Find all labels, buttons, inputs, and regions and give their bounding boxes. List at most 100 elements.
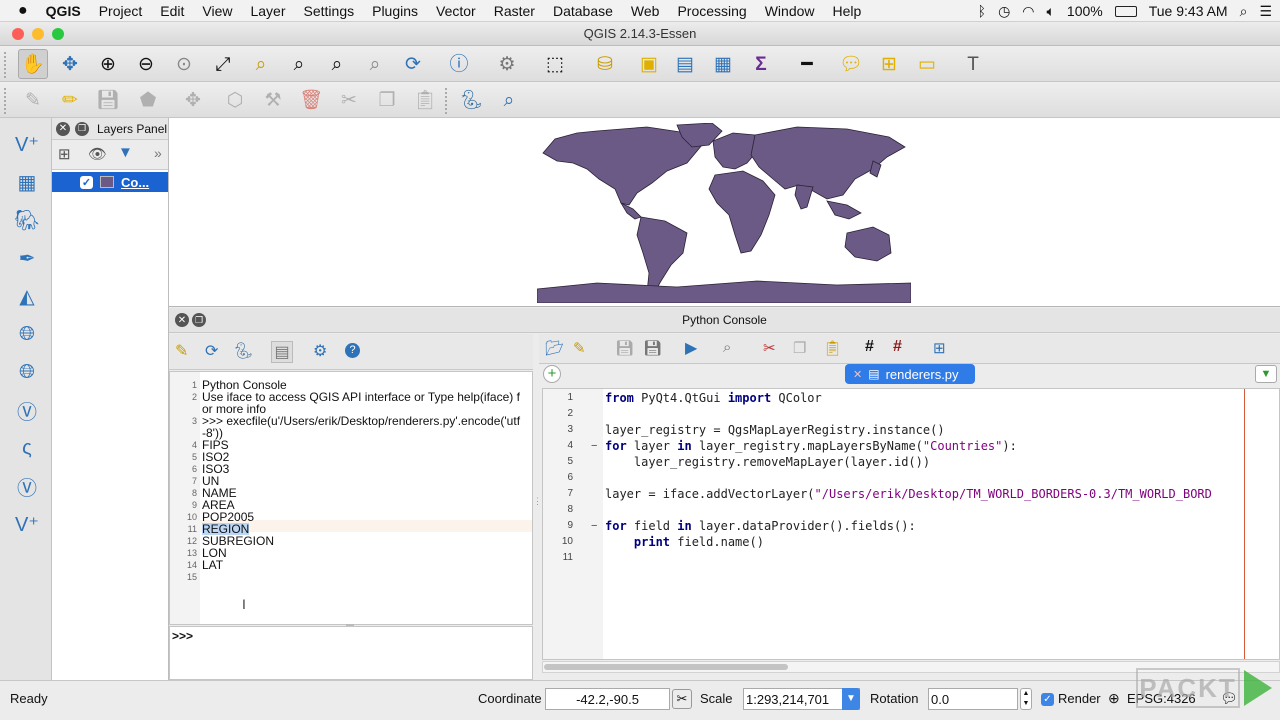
notification-center-icon[interactable]: ☰ xyxy=(1259,3,1272,20)
tab-renderers[interactable]: ✕ ▤ renderers.py xyxy=(845,364,975,384)
clock[interactable]: Tue 9:43 AM xyxy=(1149,3,1228,19)
cut-icon[interactable]: ✂ xyxy=(763,339,776,357)
action-icon[interactable]: ⚙ xyxy=(492,49,522,79)
scrollbar-thumb[interactable] xyxy=(544,664,788,670)
bluetooth-icon[interactable]: ᛒ xyxy=(978,3,986,19)
layer-name[interactable]: Co... xyxy=(121,175,149,190)
show-bookmarks-icon[interactable]: ▭ xyxy=(912,49,942,79)
refresh-icon[interactable]: ⟳ xyxy=(398,49,428,79)
apple-icon[interactable]: ● xyxy=(0,2,37,20)
current-edits-icon[interactable]: ✎ xyxy=(18,85,48,115)
add-wcs-layer-icon[interactable]: 🌐︎ xyxy=(10,356,44,388)
console-splitter-handle[interactable]: ⋮ xyxy=(533,496,542,507)
text-annotation-icon[interactable]: T xyxy=(958,49,988,79)
add-delimited-text-icon[interactable]: ς xyxy=(10,432,44,464)
add-postgis-layer-icon[interactable]: 🐘︎ xyxy=(10,204,44,236)
menu-window[interactable]: Window xyxy=(756,3,824,19)
rotation-field[interactable]: 0.0 xyxy=(928,688,1018,710)
zoom-actual-size-icon[interactable]: ⊙ xyxy=(169,49,199,79)
toolbar-grip[interactable] xyxy=(4,88,9,114)
close-panel-icon[interactable]: ✕ xyxy=(56,121,70,136)
zoom-full-icon[interactable]: ⤢ xyxy=(208,49,238,79)
uncomment-icon[interactable]: # xyxy=(893,338,902,356)
more-icon[interactable]: » xyxy=(154,145,162,161)
fold-marker-icon[interactable]: − xyxy=(591,440,597,452)
cut-icon[interactable]: ✂ xyxy=(334,85,364,115)
render-checkbox[interactable]: ✓ xyxy=(1041,693,1054,706)
menu-database[interactable]: Database xyxy=(544,3,622,19)
pan-to-selection-icon[interactable]: ✥ xyxy=(55,49,85,79)
toolbar-grip[interactable] xyxy=(445,88,450,114)
paste-icon[interactable]: 📋︎ xyxy=(410,85,440,115)
layer-visibility-checkbox[interactable]: ✓ xyxy=(80,175,93,189)
clear-console-icon[interactable]: ✎ xyxy=(175,341,188,361)
visibility-icon[interactable]: 👁︎ xyxy=(88,145,107,163)
node-edit-icon[interactable]: ⚒ xyxy=(258,85,288,115)
rotation-spinner-icon[interactable]: ▲ ▼ xyxy=(1020,688,1032,710)
zoom-next-icon[interactable]: ⌕ xyxy=(360,49,390,79)
save-icon[interactable]: 💾︎ xyxy=(615,339,634,357)
save-as-icon[interactable]: 💾︎ xyxy=(643,339,662,357)
zoom-to-selection-icon[interactable]: ⌕ xyxy=(246,49,276,79)
console-input[interactable]: >>> xyxy=(169,626,533,680)
move-feature-icon[interactable]: ✥ xyxy=(178,85,208,115)
find-text-icon[interactable]: ⌕ xyxy=(723,339,731,356)
spotlight-icon[interactable]: ⌕ xyxy=(1240,3,1248,20)
delete-selected-icon[interactable]: 🗑︎ xyxy=(296,85,326,115)
measure-icon[interactable]: ━ xyxy=(792,49,822,79)
menu-project[interactable]: Project xyxy=(90,3,152,19)
comment-icon[interactable]: # xyxy=(865,338,874,356)
save-edits-icon[interactable]: 💾︎ xyxy=(93,85,123,115)
object-inspector-icon[interactable]: ⊞ xyxy=(933,339,946,357)
new-layer-icon[interactable]: V⁺ xyxy=(10,508,44,540)
wifi-icon[interactable]: ◠ xyxy=(1022,3,1034,20)
add-mssql-layer-icon[interactable]: ◭ xyxy=(10,280,44,312)
map-tips-icon[interactable]: 💬︎ xyxy=(836,49,866,79)
crs-globe-icon[interactable]: ⊕ xyxy=(1108,690,1120,707)
menu-edit[interactable]: Edit xyxy=(151,3,193,19)
copy-icon[interactable]: ❐ xyxy=(372,85,402,115)
pan-icon[interactable]: ✋ xyxy=(18,49,48,79)
scale-dropdown-icon[interactable]: ▼ xyxy=(842,688,860,710)
statistics-icon[interactable]: Σ xyxy=(746,49,776,79)
deselect-icon[interactable]: ▣ xyxy=(634,49,664,79)
open-file-icon[interactable]: 📂︎ xyxy=(545,339,564,357)
add-spatialite-layer-icon[interactable]: ✒ xyxy=(10,242,44,274)
attribute-table-icon[interactable]: ▤ xyxy=(670,49,700,79)
add-wfs-layer-icon[interactable]: Ⓥ xyxy=(10,394,44,426)
console-output[interactable]: 1 Python Console 2 Use iface to access QGIS… xyxy=(169,371,533,626)
toggle-extents-icon[interactable]: ✂ xyxy=(672,689,692,709)
python-icon[interactable]: 🐍︎ xyxy=(456,85,486,115)
menu-layer[interactable]: Layer xyxy=(241,3,294,19)
menu-web[interactable]: Web xyxy=(622,3,669,19)
new-tab-icon[interactable]: + xyxy=(543,365,561,383)
add-wms-layer-icon[interactable]: 🌐︎ xyxy=(10,318,44,350)
add-feature-icon[interactable]: ⬟ xyxy=(133,85,163,115)
battery-percent[interactable]: 100% xyxy=(1067,3,1103,19)
select-features-icon[interactable]: ⬚ xyxy=(540,49,570,79)
add-raster-layer-icon[interactable]: ▦ xyxy=(10,166,44,198)
scale-combobox[interactable]: 1:293,214,701 ▼ xyxy=(743,688,860,710)
select-by-value-icon[interactable]: ⛁ xyxy=(590,49,620,79)
add-group-icon[interactable]: ⊞ xyxy=(58,145,71,163)
menu-vector[interactable]: Vector xyxy=(427,3,485,19)
menu-raster[interactable]: Raster xyxy=(485,3,544,19)
run-command-icon[interactable]: 🐍︎ xyxy=(233,341,253,361)
zoom-in-icon[interactable]: ⊕ xyxy=(93,49,123,79)
menu-help[interactable]: Help xyxy=(824,3,871,19)
toggle-editing-icon[interactable]: ✏ xyxy=(55,85,85,115)
menu-processing[interactable]: Processing xyxy=(668,3,755,19)
copy-icon[interactable]: ❐ xyxy=(793,339,806,357)
node-tool-icon[interactable]: ⬡ xyxy=(220,85,250,115)
close-tab-icon[interactable]: ✕ xyxy=(853,368,862,381)
tab-list-icon[interactable]: ▼ xyxy=(1255,365,1277,383)
time-machine-icon[interactable]: ◷ xyxy=(998,3,1010,20)
open-in-external-editor-icon[interactable]: ✎ xyxy=(573,339,586,357)
new-bookmark-icon[interactable]: ⊞ xyxy=(874,49,904,79)
settings-icon[interactable]: ⚙ xyxy=(313,341,327,361)
zoom-out-icon[interactable]: ⊖ xyxy=(131,49,161,79)
paste-icon[interactable]: 📋︎ xyxy=(823,339,842,357)
import-class-icon[interactable]: ⟳ xyxy=(205,341,218,361)
app-menu[interactable]: QGIS xyxy=(37,3,90,19)
code-editor[interactable]: 1 from PyQt4.QtGui import QColor 2 3 layer_r… xyxy=(542,388,1280,660)
